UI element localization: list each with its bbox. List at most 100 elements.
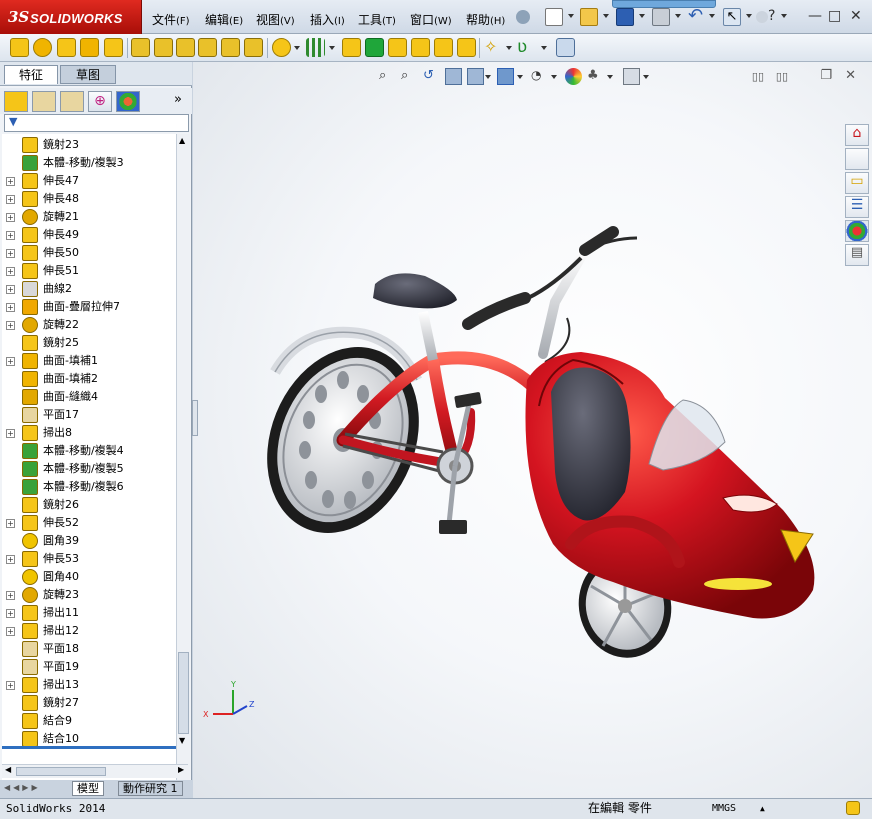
rebuild-options-icon[interactable] (756, 11, 768, 23)
boundary-boss-icon[interactable] (104, 38, 123, 57)
draft-icon[interactable] (365, 38, 384, 57)
expand-toggle-icon[interactable]: + (6, 321, 15, 330)
feature-tree-item[interactable]: 平面18 (2, 640, 176, 658)
menu-window[interactable]: 窗口(W) (410, 11, 452, 28)
feature-tree-item[interactable]: + 伸長48 (2, 190, 176, 208)
pin-icon[interactable] (516, 10, 530, 24)
display-manager-icon[interactable] (116, 91, 140, 112)
new-document-icon[interactable] (545, 8, 563, 26)
fillet-icon[interactable] (272, 38, 291, 57)
sweep-cut-icon[interactable] (176, 38, 195, 57)
menu-help[interactable]: 帮助(H) (466, 11, 505, 28)
expand-toggle-icon[interactable]: + (6, 285, 15, 294)
feature-tree-item[interactable]: 鏡射26 (2, 496, 176, 514)
boundary-cut-icon[interactable] (221, 38, 240, 57)
feature-tree-item[interactable]: + 曲線2 (2, 280, 176, 298)
feature-tree-item[interactable]: 結合9 (2, 712, 176, 730)
expand-toggle-icon[interactable]: + (6, 519, 15, 528)
curves-icon[interactable]: ʋ (517, 38, 536, 57)
print-icon[interactable] (652, 8, 670, 26)
configuration-manager-icon[interactable] (60, 91, 84, 112)
feature-tree-item[interactable]: + 掃出11 (2, 604, 176, 622)
tab-model[interactable]: 模型 (72, 781, 104, 796)
expand-toggle-icon[interactable]: + (6, 591, 15, 600)
chevron-down-icon[interactable] (541, 46, 547, 50)
scrollbar-thumb[interactable] (178, 652, 189, 734)
expand-toggle-icon[interactable]: + (6, 249, 15, 258)
chevron-down-icon[interactable] (675, 14, 681, 18)
menu-insert[interactable]: 插入(I) (310, 11, 345, 28)
save-icon[interactable] (616, 8, 634, 26)
feature-tree-item[interactable]: + 伸長53 (2, 550, 176, 568)
feature-tree-item[interactable]: 平面19 (2, 658, 176, 676)
chevron-down-icon[interactable] (709, 14, 715, 18)
feature-tree-item[interactable]: 本體-移動/複製3 (2, 154, 176, 172)
expand-toggle-icon[interactable]: + (6, 195, 15, 204)
scroll-left-icon[interactable]: ◀ (5, 765, 11, 774)
quick-tips-icon[interactable] (846, 801, 860, 815)
feature-tree-item[interactable]: + 伸長50 (2, 244, 176, 262)
feature-tree-item[interactable]: 本體-移動/複製5 (2, 460, 176, 478)
linear-pattern-icon[interactable] (306, 38, 325, 57)
expand-toggle-icon[interactable]: + (6, 177, 15, 186)
revolve-cut-icon[interactable] (154, 38, 173, 57)
chevron-down-icon[interactable] (568, 14, 574, 18)
feature-tree-item[interactable]: 圓角40 (2, 568, 176, 586)
feature-tree-item[interactable]: + 曲面-疊層拉伸7 (2, 298, 176, 316)
expand-toggle-icon[interactable]: + (6, 231, 15, 240)
feature-tree-item[interactable]: + 旋轉21 (2, 208, 176, 226)
feature-tree-item[interactable]: + 伸長52 (2, 514, 176, 532)
status-units[interactable]: MMGS (712, 799, 736, 818)
expand-toggle-icon[interactable]: + (6, 357, 15, 366)
expand-toggle-icon[interactable]: + (6, 555, 15, 564)
scroll-up-icon[interactable]: ▲ (179, 136, 185, 145)
chevron-down-icon[interactable] (506, 46, 512, 50)
feature-tree-item[interactable]: + 伸長47 (2, 172, 176, 190)
expand-panel-icon[interactable]: » (174, 92, 182, 107)
chevron-down-icon[interactable] (746, 14, 752, 18)
feature-tree-horizontal-scrollbar[interactable]: ◀ ▶ (2, 764, 188, 778)
solidworks-logo[interactable]: 3S SOLIDWORKS (0, 0, 142, 34)
feature-tree-item[interactable]: + 掃出8 (2, 424, 176, 442)
bicycle-sidecar-model[interactable] (193, 62, 872, 798)
close-window-button[interactable]: ✕ (850, 8, 862, 24)
feature-tree-item[interactable]: 曲面-填補2 (2, 370, 176, 388)
expand-toggle-icon[interactable]: + (6, 213, 15, 222)
chevron-down-icon[interactable] (639, 14, 645, 18)
restore-window-button[interactable]: □ (828, 8, 841, 24)
feature-tree-item[interactable]: + 掃出12 (2, 622, 176, 640)
hole-wizard-icon[interactable] (244, 38, 263, 57)
feature-manager-icon[interactable] (4, 91, 28, 112)
shell-icon[interactable] (388, 38, 407, 57)
wrap-icon[interactable] (411, 38, 430, 57)
scroll-down-icon[interactable]: ▼ (179, 736, 185, 745)
feature-tree-item[interactable]: 平面17 (2, 406, 176, 424)
chevron-down-icon[interactable] (329, 46, 335, 50)
tab-features[interactable]: 特征 (4, 65, 58, 84)
chevron-down-icon[interactable] (294, 46, 300, 50)
feature-tree-item[interactable]: 鏡射25 (2, 334, 176, 352)
property-manager-icon[interactable] (32, 91, 56, 112)
feature-filter-input[interactable]: ▼ (4, 114, 189, 132)
undo-icon[interactable]: ↶ (688, 7, 706, 26)
open-folder-icon[interactable] (580, 8, 598, 26)
expand-toggle-icon[interactable]: + (6, 627, 15, 636)
expand-toggle-icon[interactable]: + (6, 681, 15, 690)
dimxpert-icon[interactable]: ⊕ (88, 91, 112, 112)
reference-geometry-icon[interactable]: ✧ (484, 38, 503, 57)
panel-splitter-handle[interactable] (192, 400, 198, 436)
rib-icon[interactable] (342, 38, 361, 57)
revolve-boss-icon[interactable] (33, 38, 52, 57)
scroll-right-icon[interactable]: ▶ (178, 765, 184, 774)
feature-tree-item[interactable]: + 伸長49 (2, 226, 176, 244)
feature-tree-vertical-scrollbar[interactable]: ▲ ▼ (176, 134, 190, 810)
intersect-icon[interactable] (434, 38, 453, 57)
select-pointer-icon[interactable]: ↖ (723, 8, 741, 26)
feature-tree-item[interactable]: + 旋轉23 (2, 586, 176, 604)
mirror-icon[interactable] (457, 38, 476, 57)
chevron-down-icon[interactable] (781, 14, 787, 18)
feature-tree-item[interactable]: 本體-移動/複製4 (2, 442, 176, 460)
feature-tree-item[interactable]: + 曲面-填補1 (2, 352, 176, 370)
horizontal-scrollbar-thumb[interactable] (16, 767, 106, 776)
loft-cut-icon[interactable] (198, 38, 217, 57)
